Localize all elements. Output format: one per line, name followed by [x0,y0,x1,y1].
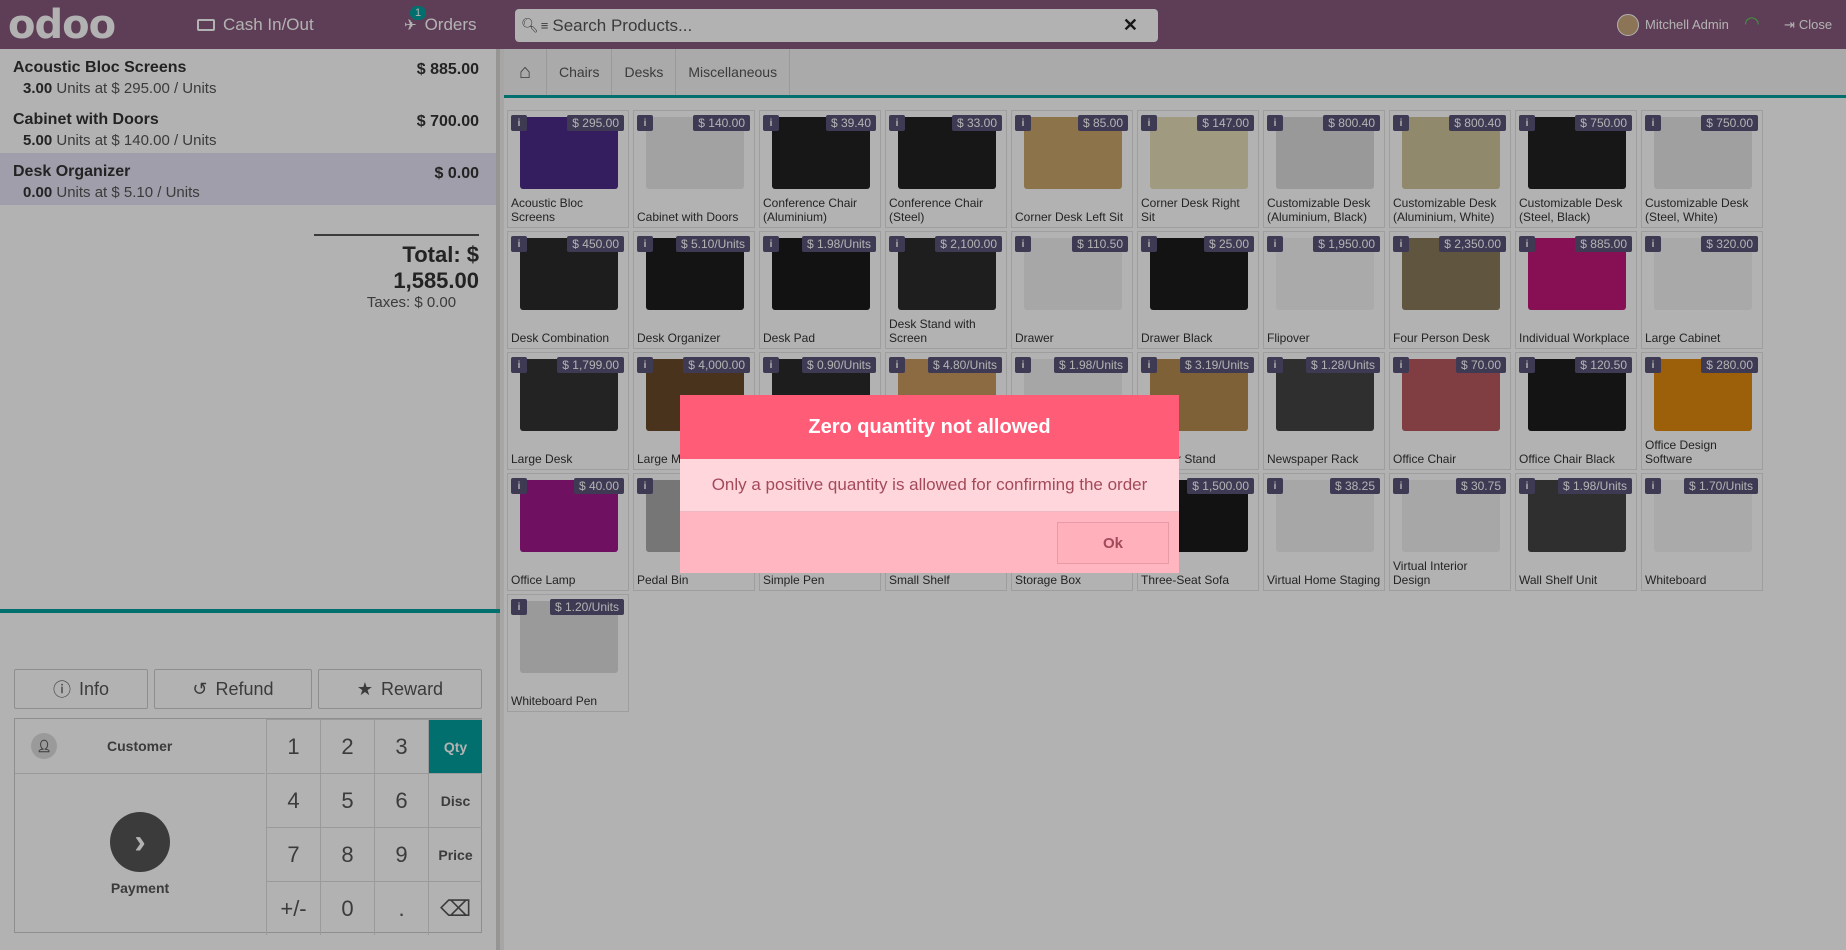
dialog-message: Only a positive quantity is allowed for … [680,459,1179,512]
error-dialog: Zero quantity not allowed Only a positiv… [680,395,1179,573]
ok-button[interactable]: Ok [1057,522,1169,564]
dialog-title: Zero quantity not allowed [680,395,1179,459]
dialog-footer: Ok [680,512,1179,573]
